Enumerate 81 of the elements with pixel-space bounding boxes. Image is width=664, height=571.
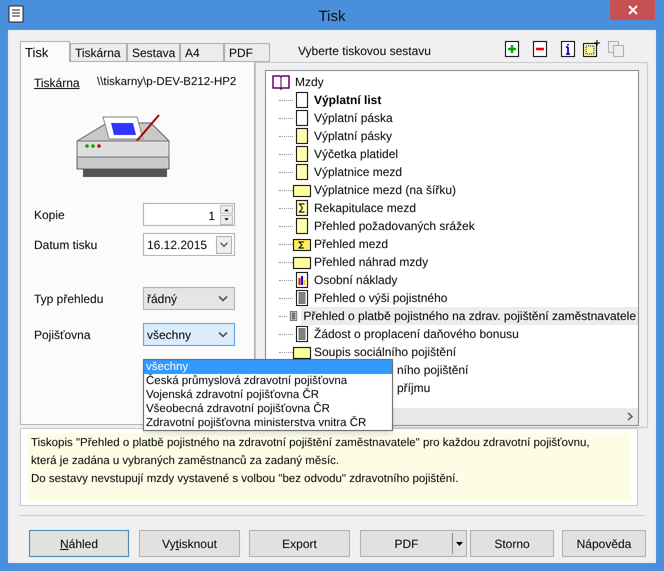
tab[interactable]: Sestava (127, 43, 180, 62)
page-icon (296, 110, 308, 126)
landscape-page-icon (293, 182, 311, 198)
tree-item[interactable]: Přehled náhrad mzdy (312, 253, 430, 271)
sigma-page-icon (293, 236, 311, 252)
description-text: Tiskopis "Přehled o platbě pojistného na zdravotní pojištění zaměstnavatele" pro každou zdravotní pojišťovnu, (31, 436, 591, 451)
dialog-button[interactable]: Vytisknout (139, 530, 240, 557)
spinner-value: 1 (207, 208, 216, 225)
tab[interactable]: Tiskárna (70, 43, 127, 62)
tree-item[interactable]: Výčetka platidel (312, 145, 400, 163)
printer-link[interactable]: Tiskárna (34, 74, 97, 92)
text-page-icon (296, 326, 308, 342)
dropdown-option[interactable]: Vojenská zdravotní pojišťovna ČR (144, 388, 392, 402)
tab[interactable]: A4 (180, 43, 224, 62)
dialog-button[interactable]: Náhled (29, 530, 129, 557)
field-value: řádný (146, 290, 178, 308)
tree-item[interactable]: Přehled mezd (312, 235, 390, 253)
tree-item[interactable]: Osobní náklady (312, 271, 400, 289)
tree-item[interactable]: Výplatní páska (312, 109, 395, 127)
page-icon (296, 146, 308, 162)
tree-item[interactable]: Výplatnice mezd (312, 163, 404, 181)
dialog-button[interactable]: Storno (470, 530, 554, 557)
dropdown[interactable]: všechny (143, 323, 235, 346)
tree-item[interactable]: Výplatní list (312, 91, 384, 109)
dropdown-option[interactable]: Všeobecná zdravotní pojišťovna ČR (144, 402, 392, 416)
field-value: 16.12.2015 (146, 236, 208, 254)
sigma-page-icon (296, 200, 308, 216)
page-icon (296, 164, 308, 180)
spin-up-icon[interactable] (220, 204, 232, 214)
tree-item[interactable]: Žádost o proplacení daňového bonusu (312, 325, 521, 343)
tree-item[interactable]: Přehled o výši pojistného (312, 289, 450, 307)
field-label: Kopie (34, 206, 66, 224)
dialog-button[interactable]: Nápověda (562, 530, 646, 557)
remove-page-icon[interactable] (533, 40, 547, 56)
close-button[interactable] (610, 0, 655, 20)
field-value: všechny (146, 326, 192, 344)
tree-item[interactable]: Přehled požadovaných srážek (312, 217, 477, 235)
dropdown[interactable]: řádný (143, 287, 235, 310)
copies-spinner[interactable]: 1 (143, 203, 235, 226)
report-label: Vyberte tiskovou sestavu (298, 43, 431, 60)
field-label: Datum tisku (34, 236, 98, 254)
tree-item[interactable]: Soupis sociálního pojištění (312, 343, 458, 361)
page-icon (296, 92, 308, 108)
tree-item[interactable]: ního pojištění (395, 361, 470, 379)
add-page-icon[interactable] (505, 40, 519, 56)
chart-page-icon (296, 272, 308, 288)
tab[interactable]: PDF (224, 43, 270, 62)
close-icon (628, 5, 638, 15)
page-icon (296, 128, 308, 144)
page-icon (296, 218, 308, 234)
book-icon (272, 74, 290, 90)
tree-item[interactable]: Mzdy (295, 73, 324, 91)
field-label: Pojišťovna (34, 326, 92, 344)
tree-item[interactable]: Výplatní pásky (312, 127, 394, 145)
caret-icon[interactable] (456, 542, 463, 546)
tree-item[interactable]: Přehled o platbě pojistného na zdrav. pojištění zaměstnavatele (301, 307, 638, 325)
landscape-page-icon (293, 254, 311, 270)
dialog-button[interactable]: PDF (360, 530, 467, 557)
spin-down-icon[interactable] (220, 215, 232, 224)
text-page-icon (296, 290, 308, 306)
window-title: Tisk (318, 7, 346, 27)
settings-page-icon[interactable] (583, 40, 600, 57)
chevron-down-icon[interactable] (218, 295, 228, 302)
chevron-down-icon[interactable] (216, 236, 232, 254)
field-label: Typ přehledu (34, 290, 104, 308)
chevron-down-icon[interactable] (218, 331, 228, 338)
dialog-button[interactable]: Export (249, 530, 350, 557)
dropdown-option[interactable]: Česká průmyslová zdravotní pojišťovna (144, 374, 392, 388)
landscape-page-icon (293, 344, 311, 360)
document-icon (7, 5, 25, 23)
printer-path: \\tiskarny\p-DEV-B212-HP2 (97, 75, 236, 90)
tab[interactable]: Tisk (20, 41, 70, 63)
date-picker[interactable]: 16.12.2015 (143, 233, 235, 256)
dropdown-option[interactable]: Zdravotní pojišťovna ministerstva vnitra ČR (144, 416, 392, 430)
tree-item[interactable]: Rekapitulace mezd (312, 199, 418, 217)
tree-item[interactable]: příjmu (395, 379, 432, 397)
scroll-right-icon[interactable] (626, 412, 632, 421)
description-text: Do sestavy nevstupují mzdy vystavené s volbou "bez odvodu" zdravotního pojištění. (31, 472, 460, 487)
info-icon[interactable] (561, 40, 575, 56)
tree-item[interactable]: Výplatnice mezd (na šířku) (312, 181, 458, 199)
description-text: která je zadána u vybraných zaměstnanců za zadaný měsíc. (31, 454, 340, 469)
